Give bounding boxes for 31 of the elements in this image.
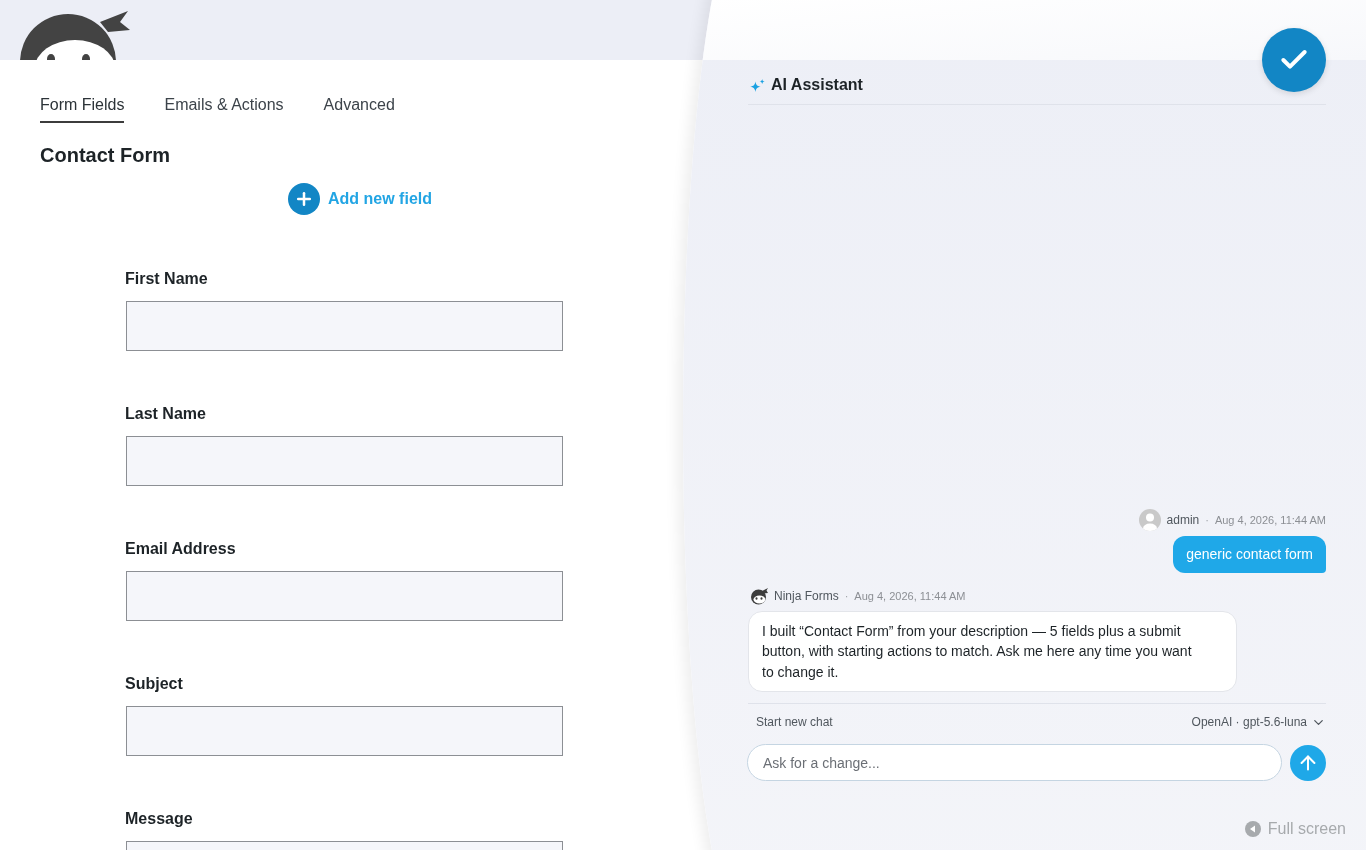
ninja-icon — [750, 586, 768, 605]
text-input[interactable] — [126, 571, 563, 621]
author-name: admin — [1166, 511, 1200, 528]
tab[interactable]: Form Fields — [40, 93, 125, 123]
form-title: Contact Form — [40, 143, 171, 168]
sparkle-icon — [750, 78, 765, 92]
tab[interactable]: Emails & Actions — [164, 93, 284, 123]
meta-separator: · — [844, 588, 849, 604]
message-time: Aug 4, 2026, 11:44 AM — [1214, 512, 1326, 528]
plus-icon — [288, 183, 320, 215]
field-label: Email Address — [125, 539, 236, 559]
new-chat-button[interactable]: Start new chat — [756, 714, 833, 730]
model-selector[interactable]: OpenAI · gpt-5.6-luna — [1191, 714, 1326, 730]
meta-separator: · — [1205, 512, 1209, 528]
chat-input[interactable]: Ask for a change... — [747, 744, 1282, 781]
text-input[interactable] — [126, 301, 563, 351]
assistant-title: AI Assistant — [771, 75, 863, 95]
text-input[interactable] — [126, 436, 563, 486]
tab[interactable]: Advanced — [323, 93, 395, 123]
user-message-bubble: generic contact form — [1173, 535, 1326, 573]
author-name: Ninja Forms — [774, 587, 839, 604]
field-label: Last Name — [125, 404, 206, 424]
assistant-message-bubble: I built “Contact Form” from your description — 5 fields plus a submit button, with starting actions to match. Ask me here any time you want to change it. — [748, 610, 1237, 692]
field-label: First Name — [125, 269, 208, 289]
field-label: Subject — [125, 674, 183, 694]
user-avatar-icon — [1138, 508, 1161, 531]
send-button[interactable] — [1290, 744, 1326, 781]
message-time: Aug 4, 2026, 11:44 AM — [854, 588, 966, 604]
collapse-left-icon — [1244, 821, 1261, 837]
text-input[interactable] — [126, 706, 563, 756]
field-label: Message — [125, 809, 193, 829]
